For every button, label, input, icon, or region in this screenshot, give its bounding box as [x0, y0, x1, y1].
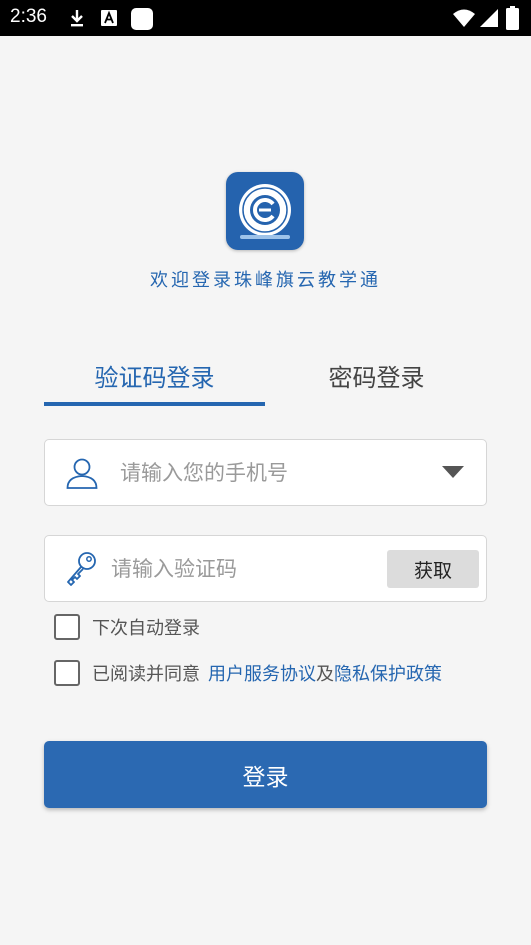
- get-code-button[interactable]: 获取: [387, 550, 479, 588]
- agreement-row[interactable]: 已阅读并同意 用户服务协议 及 隐私保护政策: [54, 659, 442, 687]
- download-icon: [71, 10, 83, 27]
- app-logo: [226, 172, 304, 250]
- verification-code-input[interactable]: [111, 536, 381, 601]
- remember-login-row[interactable]: 下次自动登录: [54, 613, 200, 641]
- active-tab-indicator: [44, 402, 265, 406]
- dropdown-arrow-icon[interactable]: [442, 466, 464, 478]
- user-icon: [66, 458, 98, 489]
- remember-login-label: 下次自动登录: [92, 618, 200, 639]
- agreement-and-text: 及: [316, 664, 334, 685]
- welcome-title: 欢迎登录珠峰旗云教学通: [150, 270, 381, 291]
- tab-password-login[interactable]: 密码登录: [266, 358, 487, 393]
- remember-login-checkbox[interactable]: [54, 614, 80, 640]
- verification-code-field[interactable]: 获取: [44, 535, 487, 602]
- school-logo-icon: [239, 184, 291, 239]
- phone-field[interactable]: [44, 439, 487, 506]
- status-time: 2:36: [10, 6, 47, 27]
- tab-sms-login[interactable]: 验证码登录: [44, 358, 265, 393]
- login-button[interactable]: 登录: [44, 741, 487, 808]
- battery-icon: [506, 6, 519, 30]
- app-icon: [131, 8, 153, 30]
- signal-icon: [480, 9, 498, 27]
- terms-of-service-link[interactable]: 用户服务协议: [208, 660, 316, 686]
- status-bar: 2:36: [0, 0, 531, 36]
- agreement-checkbox[interactable]: [54, 660, 80, 686]
- phone-input[interactable]: [120, 440, 420, 505]
- agreement-label: 已阅读并同意: [92, 664, 200, 685]
- key-icon: [67, 552, 96, 586]
- privacy-policy-link[interactable]: 隐私保护政策: [334, 660, 442, 686]
- wifi-icon: [453, 9, 475, 27]
- a-icon: [101, 10, 117, 26]
